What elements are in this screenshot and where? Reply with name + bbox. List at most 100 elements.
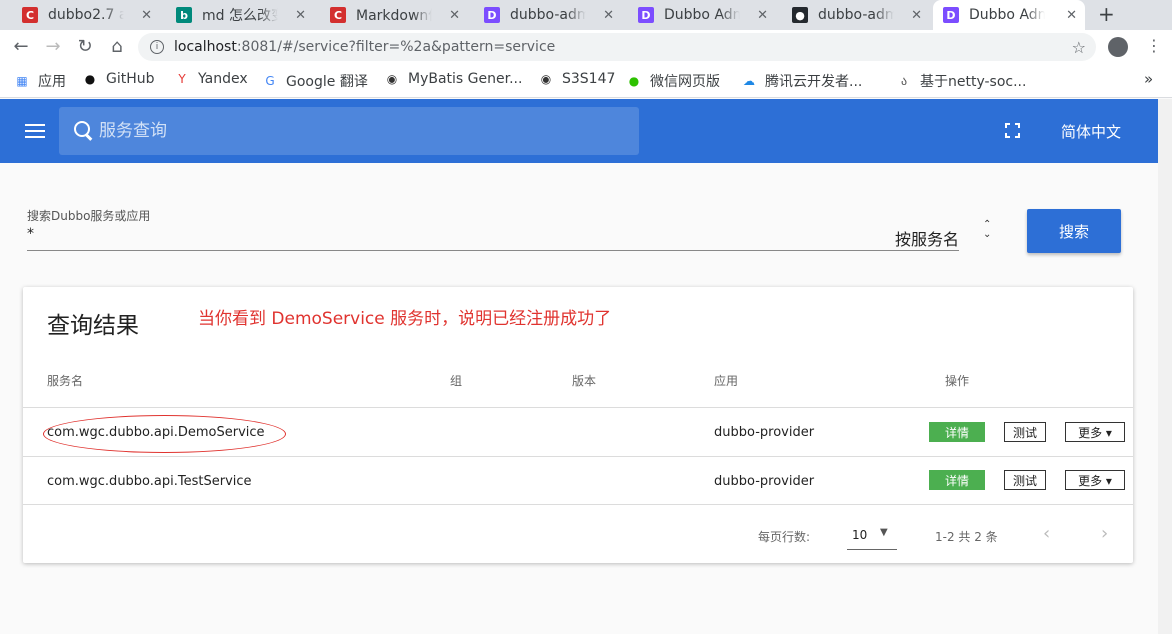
url-path: :8081/#/service?filter=%2a&pattern=servi… [236, 39, 556, 55]
close-tab-icon[interactable]: ✕ [295, 8, 306, 23]
table-divider [23, 504, 1133, 505]
search-type-select[interactable]: 按服务名 [895, 226, 959, 250]
annotation-text: 当你看到 DemoService 服务时，说明已经注册成功了 [198, 309, 612, 329]
tab-favicon-icon: D [943, 7, 959, 23]
browser-tab[interactable]: D Dubbo Admin ✕ [628, 0, 776, 30]
bookmark-label: 应用 [38, 74, 66, 90]
next-page-icon[interactable]: › [1101, 523, 1108, 544]
bookmark-label: 微信网页版 [650, 74, 720, 90]
results-card: 查询结果 当你看到 DemoService 服务时，说明已经注册成功了 服务名 … [23, 287, 1133, 563]
tab-title: dubbo-admin [818, 7, 894, 23]
browser-tab[interactable]: C Markdown修改 ✕ [320, 0, 468, 30]
close-tab-icon[interactable]: ✕ [1066, 8, 1077, 23]
column-header-group[interactable]: 组 [450, 372, 462, 389]
page-scrollbar[interactable] [1158, 99, 1172, 634]
detail-button[interactable]: 详情 [929, 470, 985, 490]
menu-icon[interactable] [25, 124, 45, 138]
table-divider [23, 407, 1133, 408]
browser-tab-strip: + Cdubbo2.7 admin ✕ b md 怎么改变字体 ✕ C Markdown修改… [0, 0, 1172, 30]
browser-tab[interactable]: Cdubbo2.7 admin ✕ [12, 0, 160, 30]
bookmark-item[interactable]: ◉ S3S147 [538, 71, 616, 87]
tab-favicon-icon: ● [792, 7, 808, 23]
browser-menu-icon[interactable]: ⋮ [1146, 36, 1162, 55]
table-row-app[interactable]: dubbo-provider [714, 425, 814, 440]
detail-button[interactable]: 详情 [929, 422, 985, 442]
bookmark-item[interactable]: ☁ 腾讯云开发者... [741, 71, 862, 91]
new-tab-button[interactable]: + [1098, 2, 1115, 26]
apps-icon: ▦ [16, 74, 28, 88]
browser-tab[interactable]: Ddubbo-admin ✕ [474, 0, 622, 30]
cloud-icon: ☁ [743, 74, 755, 88]
back-icon[interactable]: ← [10, 36, 32, 57]
global-search[interactable] [59, 107, 639, 155]
prev-page-icon[interactable]: ‹ [1043, 523, 1050, 544]
github-icon: ● [84, 72, 96, 86]
yandex-icon: Y [178, 72, 186, 86]
tab-title: dubbo2.7 admin [48, 7, 124, 23]
search-field-input[interactable]: * [27, 226, 34, 242]
bookmark-label: GitHub [106, 71, 155, 87]
rows-per-page-select[interactable]: 10 [852, 528, 867, 542]
close-tab-icon[interactable]: ✕ [449, 8, 460, 23]
bookmark-item[interactable]: ● 微信网页版 [626, 71, 720, 91]
wechat-icon: ● [628, 74, 640, 88]
bookmark-item[interactable]: ა 基于netty-soc... [896, 71, 1027, 91]
more-button[interactable]: 更多 ▾ [1065, 422, 1125, 442]
reload-icon[interactable]: ↻ [74, 36, 96, 57]
more-button[interactable]: 更多 ▾ [1065, 470, 1125, 490]
table-divider [23, 456, 1133, 457]
bookmarks-overflow-icon[interactable]: » [1144, 70, 1153, 88]
app-header: 简体中文 [0, 99, 1158, 163]
column-header-ops: 操作 [945, 374, 970, 388]
pagination-range: 1-2 共 2 条 [935, 530, 998, 544]
address-bar[interactable]: i localhost:8081/#/service?filter=%2a&pa… [138, 33, 1096, 61]
bookmark-item[interactable]: Y Yandex [174, 71, 247, 87]
search-icon [73, 120, 95, 142]
tab-title: Dubbo Admin [969, 7, 1045, 23]
test-button[interactable]: 测试 [1004, 470, 1046, 490]
bookmark-star-icon[interactable]: ☆ [1072, 38, 1086, 57]
table-row-service[interactable]: com.wgc.dubbo.api.TestService [47, 474, 252, 489]
globe-icon: ◉ [540, 72, 552, 86]
google-translate-icon: G [265, 74, 275, 88]
tab-title: Dubbo Admin [664, 7, 740, 23]
forward-icon[interactable]: → [42, 36, 64, 57]
caret-down-icon[interactable]: ▼ [880, 527, 888, 538]
test-button[interactable]: 测试 [1004, 422, 1046, 442]
browser-toolbar: ← → ↻ ⌂ i localhost:8081/#/service?filte… [0, 30, 1172, 64]
column-header-service[interactable]: 服务名 [47, 372, 83, 389]
global-search-input[interactable] [99, 121, 599, 141]
tab-favicon-icon: D [484, 7, 500, 23]
link-icon: ა [900, 74, 908, 88]
bookmark-item[interactable]: ● GitHub [82, 71, 155, 87]
bookmark-item[interactable]: G Google 翻译 [262, 71, 368, 91]
table-row-app[interactable]: dubbo-provider [714, 474, 814, 489]
bookmark-label: Google 翻译 [286, 74, 368, 90]
site-info-icon[interactable]: i [150, 40, 164, 54]
bookmark-label: 腾讯云开发者... [765, 74, 863, 90]
browser-tab[interactable]: ● dubbo-admin ✕ [782, 0, 930, 30]
sort-arrows-icon[interactable]: ⌃ ⌄ [983, 220, 991, 240]
search-button[interactable]: 搜索 [1027, 209, 1121, 253]
account-avatar-icon[interactable] [1108, 37, 1128, 57]
close-tab-icon[interactable]: ✕ [603, 8, 614, 23]
column-header-app[interactable]: 应用 [714, 372, 738, 389]
browser-tab[interactable]: D Dubbo Admin ✕ [933, 0, 1085, 30]
home-icon[interactable]: ⌂ [106, 36, 128, 57]
bookmark-item[interactable]: ▦ 应用 [14, 71, 66, 91]
results-title: 查询结果 [47, 313, 139, 339]
rows-per-page-underline [847, 549, 897, 550]
bookmark-label: MyBatis Gener... [408, 71, 523, 87]
column-header-version[interactable]: 版本 [572, 372, 596, 389]
bookmark-label: 基于netty-soc... [920, 74, 1027, 90]
close-tab-icon[interactable]: ✕ [141, 8, 152, 23]
bookmark-item[interactable]: ◉ MyBatis Gener... [384, 71, 523, 87]
language-selector[interactable]: 简体中文 [1061, 121, 1121, 142]
tab-favicon-icon: C [330, 7, 346, 23]
tab-title: Markdown修改 [356, 8, 432, 24]
fullscreen-icon[interactable] [1005, 123, 1020, 138]
close-tab-icon[interactable]: ✕ [911, 8, 922, 23]
close-tab-icon[interactable]: ✕ [757, 8, 768, 23]
search-field-label: 搜索Dubbo服务或应用 [27, 209, 151, 223]
browser-tab[interactable]: b md 怎么改变字体 ✕ [166, 0, 314, 30]
